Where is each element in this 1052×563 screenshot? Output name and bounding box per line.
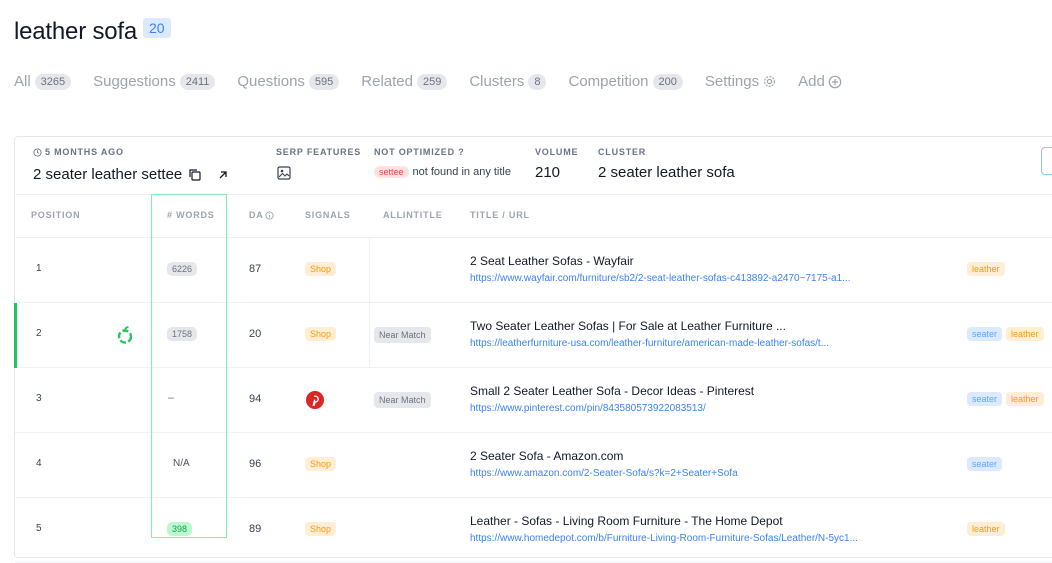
col-allintitle[interactable]: ALLINTITLE bbox=[383, 210, 443, 220]
external-link-icon[interactable] bbox=[216, 168, 230, 182]
tab-count: 259 bbox=[416, 73, 448, 90]
keyword-card: 5 MONTHS AGO 2 seater leather settee SER… bbox=[14, 136, 1052, 563]
plus-circle-icon bbox=[828, 75, 842, 88]
da-value: 89 bbox=[249, 523, 262, 535]
cluster-value[interactable]: 2 seater leather sofa bbox=[598, 164, 735, 181]
tab-competition[interactable]: Competition 200 bbox=[568, 73, 683, 90]
allintitle-badge: Near Match bbox=[374, 327, 431, 343]
term-tag: seater bbox=[967, 327, 1003, 341]
missing-term-chip: settee bbox=[374, 166, 409, 178]
term-tags: leather bbox=[967, 522, 1005, 536]
cluster-label: CLUSTER bbox=[598, 147, 647, 157]
result-url[interactable]: https://www.amazon.com/2-Seater-Sofa/s?k… bbox=[470, 468, 738, 479]
tab-count: 8 bbox=[528, 73, 547, 90]
term-tags: seater bbox=[967, 457, 1003, 471]
result-title[interactable]: Small 2 Seater Leather Sofa - Decor Idea… bbox=[470, 384, 754, 398]
tab-count: 3265 bbox=[34, 73, 72, 90]
table-row[interactable]: 1 6226 87 Shop 2 Seat Leather Sofas - Wa… bbox=[15, 238, 1052, 303]
term-tags: seater leather bbox=[967, 327, 1044, 341]
tab-all[interactable]: All 3265 bbox=[14, 73, 72, 90]
page-title: leather sofa bbox=[14, 18, 138, 45]
own-site-icon bbox=[117, 326, 133, 344]
result-url[interactable]: https://www.wayfair.com/furniture/sb2/2-… bbox=[470, 273, 850, 284]
da-value: 20 bbox=[249, 328, 262, 340]
tab-questions[interactable]: Questions 595 bbox=[237, 73, 340, 90]
tab-suggestions[interactable]: Suggestions 2411 bbox=[93, 73, 216, 90]
serp-features-label: SERP FEATURES bbox=[276, 147, 362, 157]
term-tag: seater bbox=[967, 392, 1003, 406]
keyword-count-badge: 20 bbox=[143, 18, 171, 38]
term-tag: leather bbox=[967, 522, 1005, 536]
tab-count: 2411 bbox=[179, 73, 216, 90]
keyword-value: 2 seater leather settee bbox=[33, 166, 230, 183]
da-value: 94 bbox=[249, 393, 262, 405]
tab-bar: All 3265 Suggestions 2411 Questions 595 Rel… bbox=[14, 73, 864, 90]
shop-signal-badge: Shop bbox=[305, 457, 337, 471]
word-count: 1758 bbox=[167, 327, 198, 341]
shop-signal-badge: Shop bbox=[305, 262, 337, 276]
word-count: 398 bbox=[167, 522, 193, 536]
col-signals[interactable]: SIGNALS bbox=[305, 210, 351, 220]
result-title[interactable]: 2 Seat Leather Sofas - Wayfair bbox=[470, 254, 634, 268]
table-row[interactable]: 2 1758 20 Shop Near Match Two Seater Lea… bbox=[14, 303, 1052, 368]
da-value: 96 bbox=[249, 458, 262, 470]
volume-label: VOLUME bbox=[535, 147, 579, 157]
shop-signal-badge: Shop bbox=[305, 327, 337, 341]
title-row: leather sofa 20 bbox=[14, 18, 171, 46]
da-value: 87 bbox=[249, 263, 262, 275]
term-tags: seater leather bbox=[967, 392, 1044, 406]
table-header: POSITION # WORDS DA SIGNALS ALLINTITLE T… bbox=[15, 195, 1052, 238]
term-tag: leather bbox=[967, 262, 1005, 276]
table-row[interactable]: 4 N/A 96 Shop 2 Seater Sofa - Amazon.com… bbox=[15, 433, 1052, 498]
tab-clusters[interactable]: Clusters 8 bbox=[469, 73, 547, 90]
image-icon bbox=[277, 166, 291, 180]
tab-related[interactable]: Related 259 bbox=[361, 73, 448, 90]
not-optimized-value: settee not found in any title bbox=[374, 166, 511, 178]
volume-value: 210 bbox=[535, 164, 561, 181]
side-action-button[interactable] bbox=[1041, 147, 1052, 175]
tab-add[interactable]: Add bbox=[798, 73, 842, 90]
col-da[interactable]: DA bbox=[249, 210, 274, 220]
info-icon[interactable] bbox=[265, 210, 274, 220]
tab-settings[interactable]: Settings bbox=[705, 73, 776, 90]
result-title[interactable]: Leather - Sofas - Living Room Furniture … bbox=[470, 514, 783, 528]
clock-icon bbox=[33, 147, 42, 157]
term-tag: seater bbox=[967, 457, 1003, 471]
shop-signal-badge: Shop bbox=[305, 522, 337, 536]
word-count: – bbox=[168, 392, 175, 404]
table-row[interactable]: 3 – 94 Near Match Small 2 Seater Leather… bbox=[15, 368, 1052, 433]
pinterest-icon bbox=[306, 391, 324, 409]
term-tag: leather bbox=[1006, 327, 1044, 341]
col-position[interactable]: POSITION bbox=[31, 210, 80, 220]
time-ago-label: 5 MONTHS AGO bbox=[33, 147, 124, 157]
tab-count: 200 bbox=[652, 73, 683, 90]
not-optimized-label: NOT OPTIMIZED ? bbox=[374, 147, 465, 157]
result-url[interactable]: https://www.pinterest.com/pin/8435805739… bbox=[470, 403, 706, 414]
result-title[interactable]: Two Seater Leather Sofas | For Sale at L… bbox=[470, 319, 786, 333]
copy-icon[interactable] bbox=[188, 168, 202, 182]
allintitle-badge: Near Match bbox=[374, 392, 431, 408]
col-title-url[interactable]: TITLE / URL bbox=[470, 210, 530, 220]
active-row-indicator bbox=[14, 303, 17, 368]
word-count: 6226 bbox=[167, 262, 198, 276]
tab-count: 595 bbox=[308, 73, 340, 90]
table-row[interactable]: 5 398 89 Shop Leather - Sofas - Living R… bbox=[15, 498, 1052, 563]
result-url[interactable]: https://leatherfurniture-usa.com/leather… bbox=[470, 338, 829, 349]
term-tags: leather bbox=[967, 262, 1005, 276]
term-tag: leather bbox=[1006, 392, 1044, 406]
keyword-meta-strip: 5 MONTHS AGO 2 seater leather settee SER… bbox=[15, 137, 1052, 195]
col-words[interactable]: # WORDS bbox=[167, 210, 215, 220]
word-count: N/A bbox=[173, 458, 190, 469]
result-title[interactable]: 2 Seater Sofa - Amazon.com bbox=[470, 449, 623, 463]
gear-icon bbox=[764, 76, 776, 87]
